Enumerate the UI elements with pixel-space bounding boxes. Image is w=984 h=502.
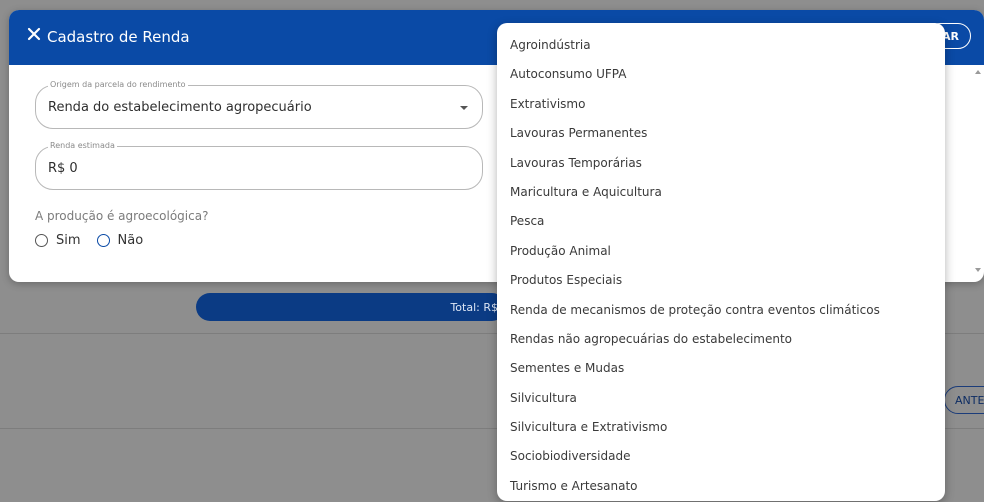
previous-button-label: ANTE bbox=[955, 393, 984, 407]
scroll-down-icon[interactable] bbox=[975, 268, 981, 272]
dropdown-option[interactable]: Produção Animal bbox=[497, 237, 945, 266]
estimated-income-legend: Renda estimada bbox=[48, 140, 117, 152]
origin-select-value: Renda do estabelecimento agropecuário bbox=[48, 100, 312, 115]
dropdown-option[interactable]: Silvicultura bbox=[497, 384, 945, 413]
previous-button[interactable]: ANTE bbox=[944, 386, 984, 414]
total-label: Total: R$ bbox=[450, 300, 498, 314]
dropdown-list: Agroindústria Autoconsumo UFPA Extrativism… bbox=[497, 31, 945, 501]
estimated-income-input[interactable]: Renda estimada R$ 0 bbox=[35, 140, 483, 190]
dropdown-option[interactable]: Renda de mecanismos de proteção contra e… bbox=[497, 296, 945, 325]
origin-dropdown-menu: Agroindústria Autoconsumo UFPA Extrativism… bbox=[497, 23, 945, 501]
scroll-up-icon[interactable] bbox=[975, 70, 981, 74]
dropdown-option[interactable]: Extrativismo bbox=[497, 90, 945, 119]
agroecological-question: A produção é agroecológica? bbox=[35, 209, 209, 223]
dropdown-option[interactable]: Turismo e Artesanato bbox=[497, 472, 945, 501]
dropdown-option[interactable]: Lavouras Temporárias bbox=[497, 149, 945, 178]
origin-select-legend: Origem da parcela do rendimento bbox=[48, 79, 188, 91]
dropdown-option[interactable]: Agroindústria bbox=[497, 31, 945, 60]
total-bar: Total: R$ bbox=[196, 293, 506, 321]
dropdown-option[interactable]: Lavouras Permanentes bbox=[497, 119, 945, 148]
radio-nao[interactable] bbox=[96, 234, 110, 247]
dropdown-option[interactable]: Maricultura e Aquicultura bbox=[497, 178, 945, 207]
dropdown-option[interactable]: Sementes e Mudas bbox=[497, 354, 945, 383]
modal-title: Cadastro de Renda bbox=[47, 28, 190, 46]
close-icon[interactable] bbox=[27, 27, 41, 41]
radio-sim-label[interactable]: Sim bbox=[56, 233, 81, 248]
dropdown-option[interactable]: Rendas não agropecuárias do estabelecime… bbox=[497, 325, 945, 354]
dropdown-option[interactable]: Autoconsumo UFPA bbox=[497, 60, 945, 89]
radio-sim[interactable] bbox=[35, 234, 48, 247]
chevron-down-icon[interactable] bbox=[460, 106, 468, 110]
dropdown-option[interactable]: Sociobiodiversidade bbox=[497, 442, 945, 471]
dropdown-option[interactable]: Silvicultura e Extrativismo bbox=[497, 413, 945, 442]
estimated-income-value: R$ 0 bbox=[48, 161, 78, 176]
dropdown-option[interactable]: Produtos Especiais bbox=[497, 266, 945, 295]
dropdown-option[interactable]: Pesca bbox=[497, 207, 945, 236]
radio-nao-label[interactable]: Não bbox=[118, 233, 144, 248]
origin-select[interactable]: Origem da parcela do rendimento Renda do… bbox=[35, 79, 483, 129]
agroecological-radio-group: Sim Não bbox=[35, 233, 151, 248]
